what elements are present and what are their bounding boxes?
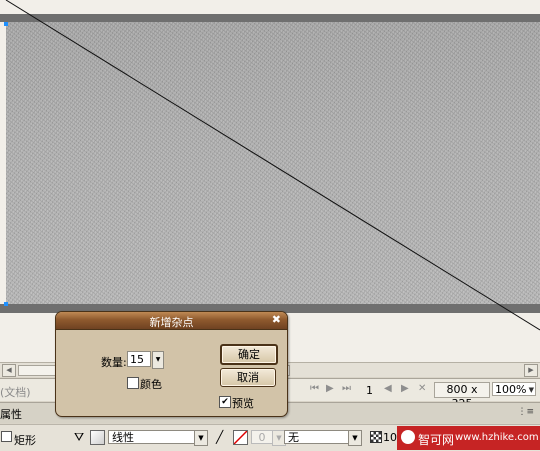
last-page-icon[interactable]: ⏭ — [342, 383, 351, 394]
zoom-value: 100% — [495, 383, 527, 396]
rectangle-icon — [1, 431, 12, 442]
fill-type-value: 线性 — [112, 431, 134, 444]
watermark-url: www.hzhike.com — [455, 432, 539, 443]
dialog-title: 新增杂点 — [149, 316, 194, 329]
next-frame-icon[interactable]: ▶ — [401, 383, 409, 394]
ok-button[interactable]: 确定 — [220, 344, 278, 365]
add-noise-dialog: 新增杂点 ✖ 数量: 15 ▼ 颜色 确定 取消 ✔ 预览 — [55, 311, 288, 417]
canvas-size: 800 x 325 — [434, 382, 490, 410]
zoom-select[interactable]: 100% ▼ — [492, 382, 536, 396]
page-number: 1 — [366, 384, 373, 397]
stop-icon[interactable]: ✕ — [418, 383, 426, 394]
dialog-title-bar[interactable]: 新增杂点 ✖ — [56, 312, 287, 330]
first-page-icon[interactable]: ⏮ — [310, 383, 319, 394]
stroke-type-dropdown-button[interactable]: ▼ — [348, 430, 362, 446]
color-label: 颜色 — [140, 378, 162, 391]
paint-bucket-icon: ⛛ — [74, 430, 85, 444]
color-checkbox[interactable] — [127, 377, 139, 389]
diagonal-line — [5, 0, 540, 331]
chevron-down-icon: ▼ — [528, 386, 534, 394]
watermark: 智可网 www.hzhike.com — [397, 426, 540, 450]
scroll-right-button[interactable]: ▶ — [524, 364, 538, 377]
stroke-type-value: 无 — [288, 431, 299, 444]
quantity-label: 数量: — [101, 356, 127, 369]
previous-frame-icon[interactable]: ◀ — [384, 383, 392, 394]
preview-label: 预览 — [232, 397, 254, 410]
watermark-brand: 智可网 — [418, 433, 455, 447]
cancel-button[interactable]: 取消 — [220, 368, 276, 387]
stroke-color-swatch[interactable] — [233, 430, 248, 445]
quantity-dropdown-button[interactable]: ▼ — [152, 351, 164, 369]
fill-color-swatch[interactable] — [90, 430, 105, 445]
shape-name: 矩形 — [14, 434, 36, 447]
no-stroke-icon — [234, 431, 247, 444]
panel-options-icon[interactable]: ⋮≡ — [517, 407, 534, 417]
document-area — [0, 0, 540, 362]
pencil-icon: ╱ — [216, 430, 224, 444]
properties-title: 属性 — [0, 408, 22, 421]
fill-type-dropdown-button[interactable]: ▼ — [194, 430, 208, 446]
play-icon[interactable]: ▶ — [326, 383, 334, 394]
watermark-logo — [401, 430, 415, 444]
document-label: (文档) — [0, 386, 31, 399]
close-icon[interactable]: ✖ — [272, 313, 281, 326]
opacity-icon — [370, 431, 382, 443]
quantity-input[interactable]: 15 — [127, 351, 151, 367]
fill-type-select[interactable]: 线性 — [108, 430, 206, 444]
preview-checkbox[interactable]: ✔ — [219, 396, 231, 408]
scroll-left-button[interactable]: ◀ — [2, 364, 16, 377]
stroke-width-field[interactable]: 0 — [251, 430, 273, 444]
